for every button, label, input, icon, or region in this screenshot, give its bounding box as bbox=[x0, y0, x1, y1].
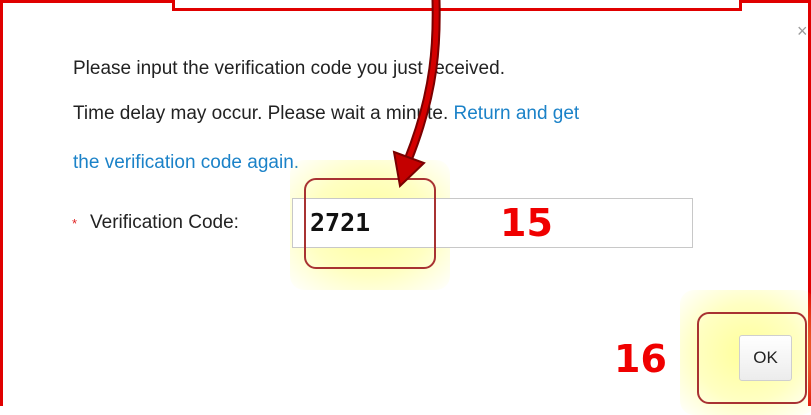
close-icon[interactable]: × bbox=[797, 22, 808, 40]
instruction-line-1: Please input the verification code you j… bbox=[73, 58, 505, 79]
resend-link-continued[interactable]: the verification code again. bbox=[73, 152, 299, 174]
annotation-top-callout bbox=[172, 0, 742, 11]
step-number-15: 15 bbox=[500, 201, 553, 245]
delay-notice: Time delay may occur. Please wait a minu… bbox=[73, 103, 449, 124]
ok-button[interactable]: OK bbox=[739, 335, 792, 381]
verification-code-input[interactable]: 2721 bbox=[292, 198, 693, 248]
resend-link[interactable]: Return and get bbox=[454, 103, 580, 124]
instruction-line-2: Time delay may occur. Please wait a minu… bbox=[73, 103, 579, 125]
required-marker: * bbox=[72, 216, 78, 231]
verification-code-label: Verification Code: bbox=[90, 212, 239, 233]
step-number-16: 16 bbox=[614, 337, 667, 381]
